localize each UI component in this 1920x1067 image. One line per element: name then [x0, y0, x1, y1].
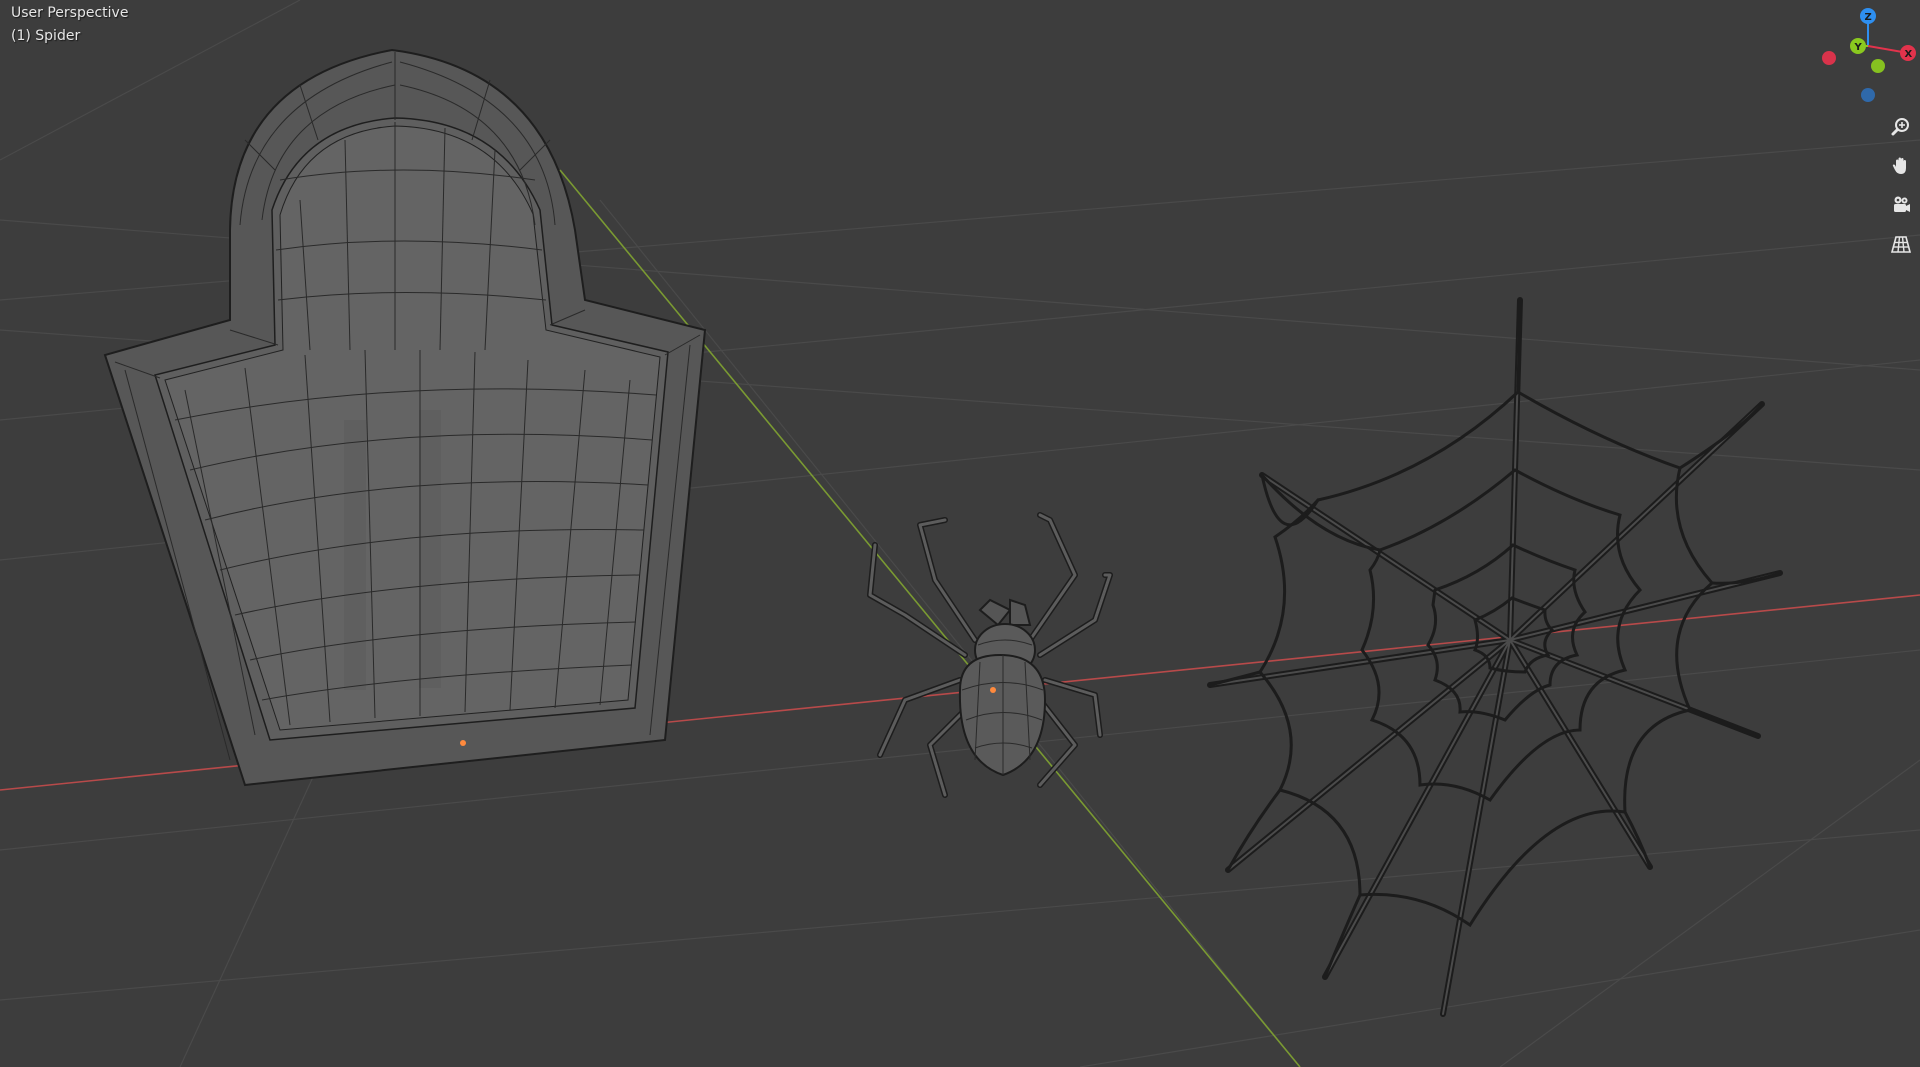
- pan-button[interactable]: [1886, 151, 1916, 181]
- gravestone-origin: [460, 740, 466, 746]
- toggle-perspective-button[interactable]: [1886, 229, 1916, 259]
- 3d-viewport[interactable]: User Perspective (1) Spider Z X Y: [0, 0, 1920, 1067]
- x-axis-label: X: [1905, 49, 1913, 60]
- z-axis-label: Z: [1865, 12, 1872, 23]
- active-object-label: (1) Spider: [11, 28, 81, 44]
- view-name-label: User Perspective: [11, 5, 129, 21]
- hand-pan-icon: [1892, 157, 1906, 174]
- spider-mesh[interactable]: [867, 512, 1113, 798]
- neg-y-axis-handle[interactable]: [1871, 59, 1885, 73]
- camera-icon: [1894, 196, 1910, 212]
- zoom-button[interactable]: [1886, 112, 1916, 142]
- neg-z-axis-handle[interactable]: [1861, 88, 1875, 102]
- viewport-navigation-buttons: [1886, 112, 1918, 268]
- navigation-gizmo[interactable]: Z X Y: [1812, 0, 1920, 110]
- neg-x-axis-handle[interactable]: [1822, 51, 1836, 65]
- camera-view-button[interactable]: [1886, 190, 1916, 220]
- grid-perspective-icon: [1890, 236, 1912, 253]
- spider-web-mesh[interactable]: [1207, 297, 1783, 1017]
- scene-canvas[interactable]: [0, 0, 1920, 1067]
- gravestone-mesh[interactable]: [103, 48, 707, 787]
- zoom-icon: [1891, 118, 1909, 136]
- spider-origin: [990, 687, 996, 693]
- y-axis-label: Y: [1854, 42, 1863, 53]
